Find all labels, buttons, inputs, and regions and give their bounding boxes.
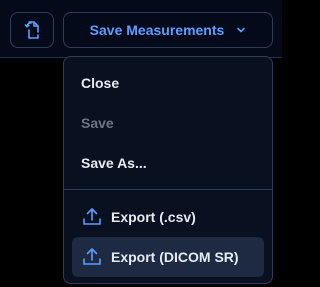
upload-icon — [81, 206, 103, 228]
menu-item-label: Save — [81, 115, 114, 131]
menu-item-export-dicom-sr[interactable]: Export (DICOM SR) — [72, 237, 264, 277]
toolbar: Save Measurements — [0, 0, 282, 58]
menu-item-label: Close — [81, 75, 120, 91]
menu-item-label: Export (DICOM SR) — [111, 249, 239, 265]
menu-item-save: Save — [72, 103, 264, 143]
menu-divider — [64, 189, 272, 190]
menu-item-export-csv[interactable]: Export (.csv) — [72, 197, 264, 237]
menu-item-close[interactable]: Close — [72, 63, 264, 103]
menu-item-label: Save As... — [81, 155, 147, 171]
save-measurements-label: Save Measurements — [89, 22, 225, 38]
rotate-document-button[interactable] — [10, 12, 54, 48]
save-measurements-button[interactable]: Save Measurements — [63, 12, 273, 48]
chevron-down-icon — [236, 25, 246, 35]
save-measurements-menu: Close Save Save As... Export (.csv) Expo… — [63, 56, 273, 284]
upload-icon — [81, 246, 103, 268]
rotate-document-icon — [21, 19, 43, 41]
menu-item-label: Export (.csv) — [111, 209, 196, 225]
menu-item-save-as[interactable]: Save As... — [72, 143, 264, 183]
